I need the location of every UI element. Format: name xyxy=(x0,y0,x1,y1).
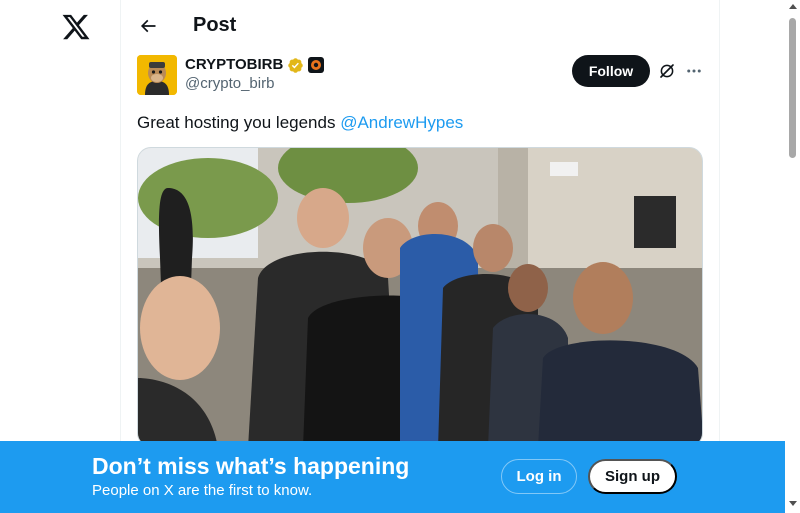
main-column: Post CRYPTOBIRB @crypto_birb Follow Grea… xyxy=(120,0,720,513)
page: Post CRYPTOBIRB @crypto_birb Follow Grea… xyxy=(0,0,800,513)
banner-title: Don’t miss what’s happening xyxy=(92,453,410,479)
author-name-block: CRYPTOBIRB @crypto_birb xyxy=(185,56,325,94)
banner-subtitle: People on X are the first to know. xyxy=(92,482,313,499)
author-display-name-text: CRYPTOBIRB xyxy=(185,56,284,73)
author-display-name[interactable]: CRYPTOBIRB xyxy=(185,56,325,74)
post-text-body: Great hosting you legends xyxy=(137,113,341,132)
grok-button[interactable] xyxy=(655,59,679,83)
more-button[interactable] xyxy=(682,59,706,83)
post-photo[interactable] xyxy=(137,147,703,447)
author-handle[interactable]: @crypto_birb xyxy=(185,74,324,94)
scroll-up-arrow-icon[interactable] xyxy=(789,4,797,9)
x-logo-icon[interactable] xyxy=(61,12,91,42)
scroll-down-arrow-icon[interactable] xyxy=(789,501,797,506)
signup-banner: Don’t miss what’s happening People on X … xyxy=(0,441,785,513)
follow-button[interactable]: Follow xyxy=(572,55,650,87)
verified-badge-icon xyxy=(288,57,304,73)
back-button[interactable] xyxy=(133,11,163,41)
more-icon xyxy=(687,69,701,73)
mention-link[interactable]: @AndrewHypes xyxy=(340,113,463,132)
post-header: Post xyxy=(121,0,719,53)
signup-button[interactable]: Sign up xyxy=(588,459,677,494)
affiliate-badge-icon xyxy=(308,57,325,73)
login-button[interactable]: Log in xyxy=(501,459,577,494)
page-title: Post xyxy=(193,14,237,36)
scrollbar-thumb[interactable] xyxy=(789,18,796,158)
post-text: Great hosting you legends @AndrewHypes xyxy=(137,113,463,133)
post-author-row: CRYPTOBIRB @crypto_birb Follow xyxy=(137,55,705,95)
back-arrow-icon xyxy=(140,19,156,33)
grok-icon xyxy=(660,64,674,78)
page-scrollbar[interactable] xyxy=(785,0,800,513)
avatar[interactable] xyxy=(137,55,177,95)
left-nav xyxy=(0,0,120,513)
